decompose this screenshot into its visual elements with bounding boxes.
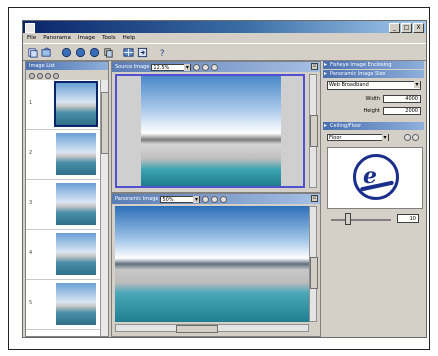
ceiling-apply-icon[interactable] [404,134,411,141]
source-pane-close-icon[interactable]: ▫ [311,63,318,70]
remove-image-icon[interactable] [37,72,43,79]
thumbnail-number: 2 [29,150,33,156]
properties-panel: Fisheye Image Enclosing Panoramic Image … [323,61,424,335]
open-icon[interactable] [40,46,52,58]
source-zoom-select[interactable]: 12.5% [151,63,192,71]
slider-value[interactable]: 10 [397,214,419,223]
logo-size-slider[interactable]: 10 [327,213,421,225]
thumbnail-item[interactable]: 3 [26,180,101,230]
slider-track [331,219,391,221]
zoom-in-icon[interactable] [193,63,201,71]
menu-file[interactable]: File [27,35,36,41]
image-list-title: Image List [26,62,108,70]
panoramic-image-view[interactable] [115,206,309,322]
panoramic-zoom-select[interactable]: 50% [160,195,201,203]
grid-icon[interactable] [122,46,134,58]
size-preset-select[interactable]: Web Broadband [327,81,421,90]
dot-1-icon[interactable] [60,46,72,58]
section-panoramic-size[interactable]: Panoramic Image Size [323,70,424,78]
close-button[interactable]: X [413,23,424,33]
title-bar[interactable]: _ □ X [23,21,426,33]
logo-icon: e [353,154,399,200]
source-vertical-scrollbar[interactable] [309,74,318,188]
source-image-pane: Source Image 12.5% ▫ [111,61,321,193]
export-icon[interactable] [136,46,148,58]
thumbnail-item[interactable]: 4 [26,230,101,280]
window-controls: _ □ X [389,23,424,33]
floor-select[interactable]: Floor [327,134,389,141]
fit-icon[interactable] [211,63,219,71]
thumbnail-number: 3 [29,200,33,206]
dot-3-icon[interactable] [88,46,100,58]
width-row: Width 4000 [327,94,421,103]
menu-image[interactable]: Image [78,35,95,41]
source-photo [141,76,281,186]
thumbnail-image [56,233,96,275]
maximize-button[interactable]: □ [401,23,412,33]
panoramic-pane-header: Panoramic Image 50% ▫ [112,194,320,204]
panoramic-pane-close-icon[interactable]: ▫ [311,195,318,202]
rotate-image-icon[interactable] [45,72,51,79]
thumbnail-image [56,133,96,175]
source-pane-header: Source Image 12.5% ▫ [112,62,320,72]
width-label: Width [365,95,380,102]
help-icon[interactable]: ? [156,46,168,58]
menu-bar: File Panorama Image Tools Help [23,33,426,43]
logo-preview[interactable]: e [327,147,423,209]
app-icon [25,23,35,33]
menu-help[interactable]: Help [123,35,136,41]
svg-text:?: ? [159,48,164,58]
ceiling-row: Floor [327,134,421,143]
copy-icon[interactable] [102,46,114,58]
move-image-icon[interactable] [53,72,59,79]
menu-panorama[interactable]: Panorama [43,35,71,41]
thumbnail-image [56,283,96,325]
panoramic-image-pane: Panoramic Image 50% ▫ [111,193,321,337]
section-fisheye-enclosing[interactable]: Fisheye Image Enclosing [323,61,424,69]
panoramic-horizontal-scrollbar[interactable] [115,324,309,333]
pano-zoom-out-icon[interactable] [211,195,219,203]
thumbnail-item[interactable]: 2 [26,130,101,180]
zoom-out-icon[interactable] [202,63,210,71]
image-list-panel: Image List 1 2 3 4 5 [25,61,109,337]
height-label: Height [363,107,380,114]
thumbnail-item[interactable]: 1 [26,80,101,130]
slider-thumb[interactable] [345,213,351,225]
pano-zoom-in-icon[interactable] [202,195,210,203]
thumbnail-number: 1 [29,100,33,106]
minimize-button[interactable]: _ [389,23,400,33]
source-image-view[interactable] [115,74,305,188]
panoramic-pane-label: Panoramic Image [115,196,159,202]
app-window: _ □ X File Panorama Image Tools Help ? I… [22,20,427,338]
width-field[interactable]: 4000 [383,94,421,103]
thumbnail-image [56,183,96,225]
thumbnail-list: 1 2 3 4 5 [26,80,101,336]
section-ceiling-floor[interactable]: Ceiling/Floor [323,122,424,130]
ceiling-reset-icon[interactable] [412,134,419,141]
menu-tools[interactable]: Tools [102,35,116,41]
image-list-scrollbar[interactable] [100,80,109,336]
ceiling-buttons [404,134,419,141]
thumbnail-image [54,81,98,127]
panoramic-vertical-scrollbar[interactable] [309,206,318,322]
new-project-icon[interactable] [26,46,38,58]
source-pane-label: Source Image [115,64,150,70]
thumbnail-number: 4 [29,250,33,256]
toolbar: ? [23,43,426,61]
dot-2-icon[interactable] [74,46,86,58]
add-image-icon[interactable] [29,72,35,79]
height-row: Height 2000 [327,106,421,115]
thumbnail-item[interactable]: 5 [26,280,101,330]
image-list-tools [26,71,111,80]
height-field[interactable]: 2000 [383,106,421,115]
pano-info-icon[interactable] [220,195,228,203]
thumbnail-number: 5 [29,300,33,306]
